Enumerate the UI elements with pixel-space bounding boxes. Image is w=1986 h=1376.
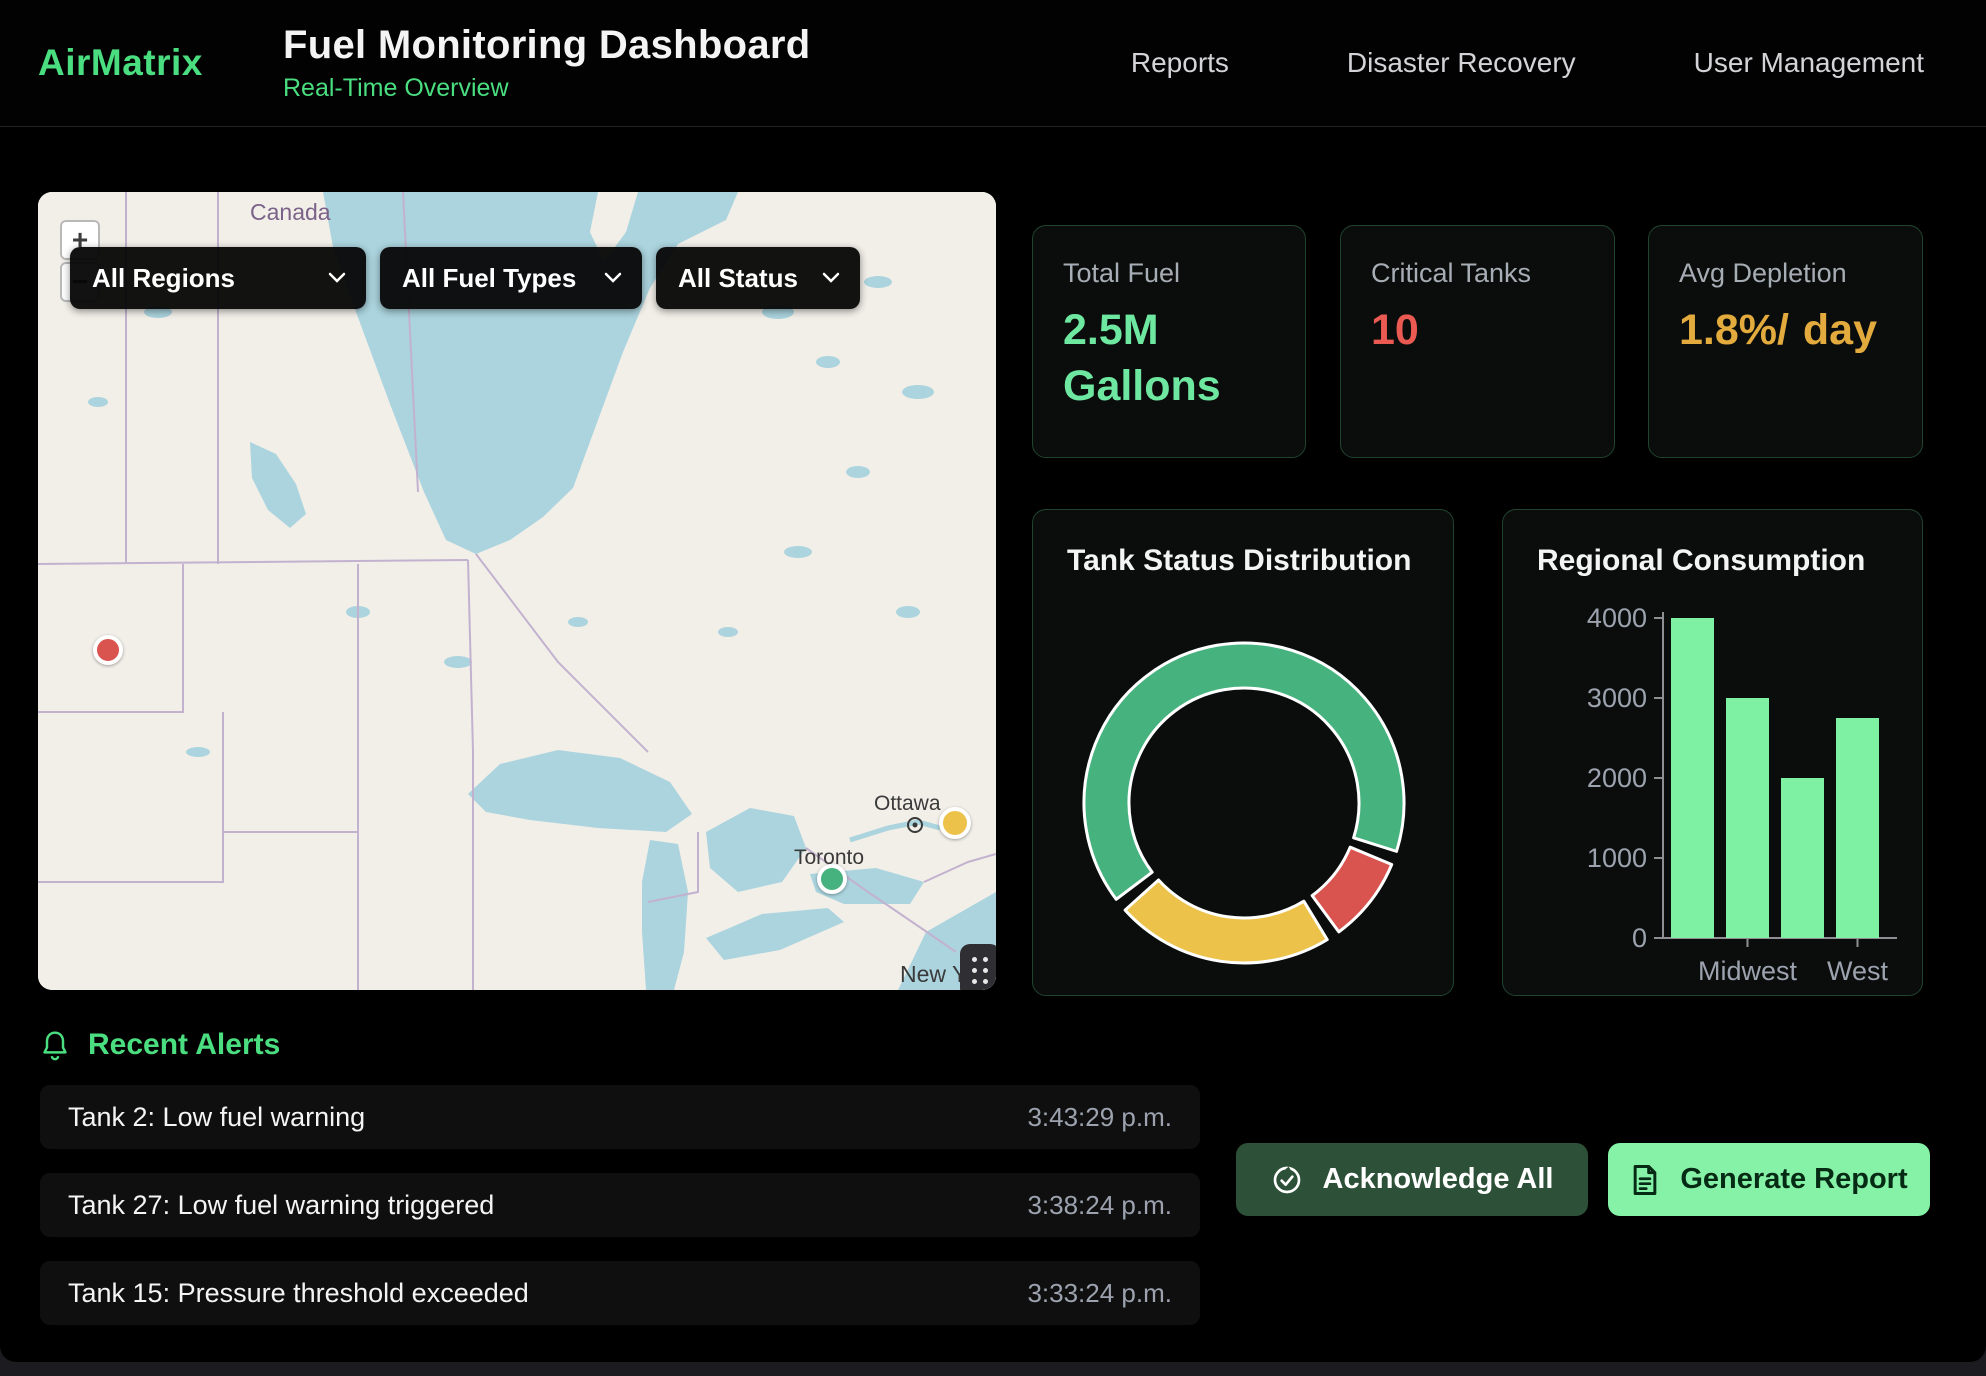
map-filters: All Regions All Fuel Types All Status (70, 247, 860, 309)
acknowledge-all-label: Acknowledge All (1323, 1163, 1554, 1196)
generate-report-button[interactable]: Generate Report (1608, 1143, 1930, 1216)
dashboard-root: AirMatrix Fuel Monitoring Dashboard Real… (0, 0, 1986, 1362)
alert-text: Tank 27: Low fuel warning triggered (68, 1190, 494, 1221)
bell-icon (40, 1029, 70, 1061)
fuel-filter-value: All Fuel Types (402, 263, 576, 294)
alert-time: 3:38:24 p.m. (1027, 1190, 1172, 1221)
status-filter-select[interactable]: All Status (656, 247, 860, 309)
drag-dots-icon (972, 957, 989, 985)
alert-text: Tank 15: Pressure threshold exceeded (68, 1278, 529, 1309)
stat-label: Critical Tanks (1371, 258, 1614, 289)
svg-text:3000: 3000 (1587, 683, 1647, 713)
stat-value: 10 (1371, 303, 1590, 359)
stat-card-avg-depletion: Avg Depletion 1.8%/ day (1648, 225, 1923, 458)
tank-marker-warning[interactable] (939, 807, 971, 839)
brand-logo: AirMatrix (38, 42, 253, 84)
tank-status-card: Tank Status Distribution (1032, 509, 1454, 996)
alert-row[interactable]: Tank 2: Low fuel warning 3:43:29 p.m. (40, 1085, 1200, 1149)
bar-region-1 (1671, 618, 1714, 938)
nav-reports[interactable]: Reports (1131, 47, 1229, 79)
svg-text:West: West (1827, 956, 1889, 986)
alert-row[interactable]: Tank 27: Low fuel warning triggered 3:38… (40, 1173, 1200, 1237)
regional-consumption-card: Regional Consumption 0 1000 2000 3000 4000 Mi… (1502, 509, 1923, 996)
stat-value: 1.8%/ day (1679, 303, 1898, 359)
map-canvas: Canada Ottawa Toronto New York (38, 192, 996, 990)
stat-label: Total Fuel (1063, 258, 1305, 289)
status-filter-value: All Status (678, 263, 798, 294)
check-circle-icon (1271, 1164, 1303, 1196)
donut-segment-warning (1125, 880, 1327, 963)
stat-card-critical-tanks: Critical Tanks 10 (1340, 225, 1615, 458)
page-subtitle: Real-Time Overview (283, 74, 810, 103)
alert-time: 3:43:29 p.m. (1027, 1102, 1172, 1133)
map-resize-handle[interactable] (960, 944, 996, 990)
stat-card-total-fuel: Total Fuel 2.5M Gallons (1032, 225, 1306, 458)
chevron-down-icon (328, 272, 346, 284)
nav-disaster-recovery[interactable]: Disaster Recovery (1347, 47, 1576, 79)
tank-status-donut-chart[interactable] (1033, 578, 1454, 996)
bar-region-3 (1781, 778, 1824, 938)
svg-text:1000: 1000 (1587, 843, 1647, 873)
map-label-canada: Canada (250, 199, 331, 225)
stat-value: 2.5M Gallons (1063, 303, 1281, 415)
svg-text:2000: 2000 (1587, 763, 1647, 793)
svg-text:Midwest: Midwest (1698, 956, 1798, 986)
app-header: AirMatrix Fuel Monitoring Dashboard Real… (0, 0, 1986, 127)
alert-row[interactable]: Tank 15: Pressure threshold exceeded 3:3… (40, 1261, 1200, 1325)
main-nav: Reports Disaster Recovery User Managemen… (1131, 47, 1924, 79)
document-icon (1630, 1164, 1660, 1196)
bar-chart-title: Regional Consumption (1537, 544, 1922, 578)
fuel-type-filter-select[interactable]: All Fuel Types (380, 247, 642, 309)
acknowledge-all-button[interactable]: Acknowledge All (1236, 1143, 1588, 1216)
region-filter-value: All Regions (92, 263, 235, 294)
alert-text: Tank 2: Low fuel warning (68, 1102, 365, 1133)
alerts-header: Recent Alerts (40, 1028, 280, 1062)
stat-label: Avg Depletion (1679, 258, 1922, 289)
alert-time: 3:33:24 p.m. (1027, 1278, 1172, 1309)
page-title: Fuel Monitoring Dashboard (283, 23, 810, 68)
chevron-down-icon (822, 272, 840, 284)
fuel-map[interactable]: Canada Ottawa Toronto New York + − All R… (38, 192, 996, 990)
bar-Midwest (1726, 698, 1769, 938)
nav-user-management[interactable]: User Management (1694, 47, 1924, 79)
svg-text:4000: 4000 (1587, 603, 1647, 633)
donut-segment-critical (1312, 847, 1392, 932)
title-block: Fuel Monitoring Dashboard Real-Time Over… (283, 23, 810, 103)
regional-consumption-bar-chart[interactable]: 0 1000 2000 3000 4000 Midwest West (1503, 578, 1923, 996)
tank-marker-critical[interactable] (93, 635, 123, 665)
donut-chart-title: Tank Status Distribution (1067, 544, 1453, 578)
map-label-ottawa: Ottawa (874, 792, 941, 815)
alerts-title: Recent Alerts (88, 1028, 280, 1062)
region-filter-select[interactable]: All Regions (70, 247, 366, 309)
bar-West (1836, 718, 1879, 938)
tank-marker-normal[interactable] (817, 864, 847, 894)
chevron-down-icon (604, 272, 622, 284)
generate-report-label: Generate Report (1680, 1163, 1907, 1196)
svg-text:0: 0 (1632, 923, 1647, 953)
